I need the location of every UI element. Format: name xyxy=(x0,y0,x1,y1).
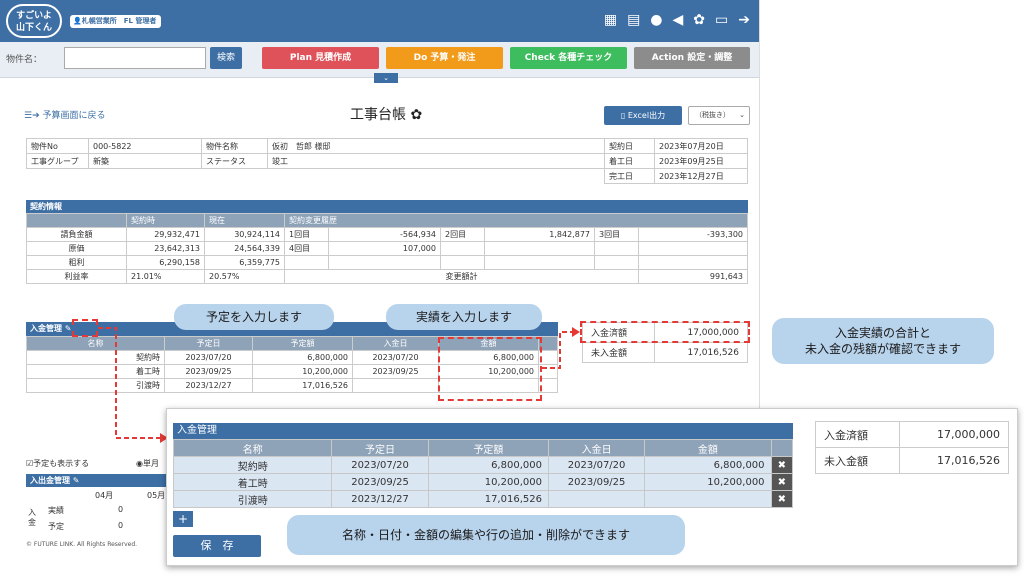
name-input[interactable]: 着工時 xyxy=(172,473,333,491)
edit-panel-title: 入金管理 xyxy=(173,423,793,439)
table-row: 未入金額 17,016,526 xyxy=(815,447,1009,474)
paid-value: 17,000,000 xyxy=(898,421,1009,448)
delete-row-button[interactable]: ✖ xyxy=(770,456,794,474)
column-header: 入金日 xyxy=(547,439,646,457)
column-header: 金額 xyxy=(644,439,772,457)
table-row: 契約時 2023/07/20 6,800,000 2023/07/20 6,800,00… xyxy=(172,456,794,474)
callout-plan: 予定を入力します xyxy=(174,304,334,330)
table-header: 名称 予定日 予定額 入金日 金額 xyxy=(172,439,794,457)
amount-input[interactable]: 6,800,000 xyxy=(644,456,772,474)
payment-edit-table: 名称 予定日 予定額 入金日 金額 契約時 2023/07/20 6,800,000 2023… xyxy=(172,439,794,508)
date-input[interactable] xyxy=(547,490,646,508)
column-header: 名称 xyxy=(172,439,333,457)
amount-input[interactable]: 6,800,000 xyxy=(427,456,549,474)
amount-input[interactable]: 10,200,000 xyxy=(644,473,772,491)
date-input[interactable]: 2023/12/27 xyxy=(331,490,429,508)
callout-actual: 実績を入力します xyxy=(386,304,542,330)
close-icon: ✖ xyxy=(777,476,786,488)
payment-edit-panel: 入金管理 名称 予定日 予定額 入金日 金額 契約時 2023/07/20 6,800,00… xyxy=(166,408,1018,566)
table-row: 引渡時 2023/12/27 17,016,526 ✖ xyxy=(172,490,794,508)
name-input[interactable]: 引渡時 xyxy=(172,490,333,508)
close-icon: ✖ xyxy=(777,493,786,505)
save-button[interactable]: 保 存 xyxy=(173,535,261,557)
name-input[interactable]: 契約時 xyxy=(172,456,333,474)
date-input[interactable]: 2023/07/20 xyxy=(331,456,429,474)
date-input[interactable]: 2023/09/25 xyxy=(547,473,646,491)
callout-summary: 入金実績の合計と未入金の残額が確認できます xyxy=(772,318,994,364)
dashed-arrow xyxy=(98,327,160,439)
date-input[interactable]: 2023/07/20 xyxy=(547,456,646,474)
table-row: 着工時 2023/09/25 10,200,000 2023/09/25 10,200,… xyxy=(172,473,794,491)
delete-row-button[interactable]: ✖ xyxy=(770,490,794,508)
arrow-head xyxy=(572,327,580,337)
amount-input[interactable] xyxy=(644,490,772,508)
delete-row-button[interactable]: ✖ xyxy=(770,473,794,491)
close-icon: ✖ xyxy=(777,459,786,471)
callout-summary-line1: 入金実績の合計と xyxy=(834,326,931,340)
date-input[interactable]: 2023/09/25 xyxy=(331,473,429,491)
dashed-arrow xyxy=(542,331,572,369)
amount-input[interactable]: 10,200,000 xyxy=(427,473,549,491)
unpaid-value: 17,016,526 xyxy=(898,447,1009,474)
table-row: 入金済額 17,000,000 xyxy=(815,421,1009,448)
unpaid-label: 未入金額 xyxy=(815,447,900,474)
add-row-button[interactable]: + xyxy=(173,511,193,527)
column-header: 予定日 xyxy=(331,439,429,457)
column-header: 予定額 xyxy=(427,439,549,457)
callout-edit: 名称・日付・金額の編集や行の追加・削除ができます xyxy=(287,515,685,555)
amount-input[interactable]: 17,016,526 xyxy=(427,490,549,508)
edit-summary-table: 入金済額 17,000,000 未入金額 17,016,526 xyxy=(815,421,1009,474)
paid-label: 入金済額 xyxy=(815,421,900,448)
callout-summary-line2: 未入金の残額が確認できます xyxy=(804,342,961,356)
